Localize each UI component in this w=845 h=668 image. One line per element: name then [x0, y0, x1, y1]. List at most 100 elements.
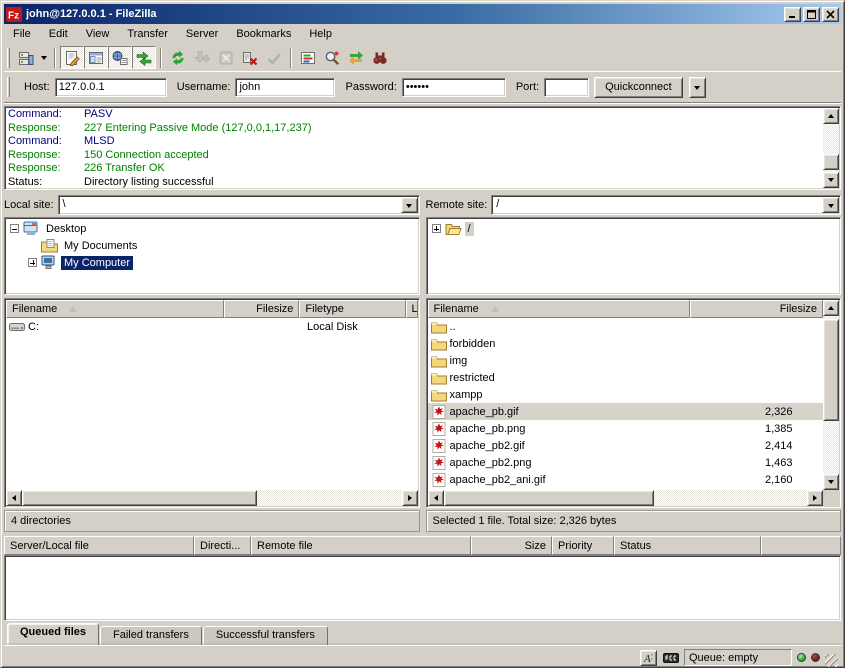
column-header-filename[interactable]: Filename: [6, 300, 224, 318]
tree-item-label[interactable]: Desktop: [43, 222, 89, 236]
tree-item-label[interactable]: My Documents: [61, 239, 140, 253]
scroll-thumb[interactable]: [823, 154, 839, 170]
menu-item-view[interactable]: View: [77, 26, 119, 42]
tab-successful-transfers[interactable]: Successful transfers: [203, 626, 328, 645]
resize-grip[interactable]: [825, 654, 838, 667]
tab-queued-files[interactable]: Queued files: [7, 623, 99, 645]
scroll-down-button[interactable]: [823, 172, 839, 188]
toggle-transfer-queue-button[interactable]: [132, 46, 156, 69]
scroll-left-button[interactable]: [428, 490, 444, 506]
username-input[interactable]: [235, 78, 335, 97]
maximize-button[interactable]: [803, 7, 820, 22]
scroll-thumb[interactable]: [444, 490, 655, 506]
site-manager-dropdown-button[interactable]: [38, 46, 50, 69]
scroll-left-button[interactable]: [6, 490, 22, 506]
scroll-thumb[interactable]: [22, 490, 257, 506]
process-queue-button[interactable]: [190, 46, 214, 69]
reconnect-button[interactable]: [262, 46, 286, 69]
quickconnect-grip[interactable]: [7, 77, 10, 97]
remote-file-row[interactable]: apache_pb.png 1,385: [428, 420, 824, 437]
tree-item-label[interactable]: My Computer: [61, 256, 133, 270]
remote-site-path[interactable]: /: [492, 196, 821, 214]
queue-status-panel: Queue: empty: [684, 649, 792, 666]
scroll-up-button[interactable]: [823, 108, 839, 124]
menu-item-file[interactable]: File: [4, 26, 40, 42]
tab-failed-transfers[interactable]: Failed transfers: [100, 626, 202, 645]
port-input[interactable]: [544, 78, 589, 97]
menu-item-server[interactable]: Server: [177, 26, 227, 42]
remote-file-row[interactable]: img: [428, 352, 824, 369]
directory-comparison-button[interactable]: [320, 46, 344, 69]
remote-file-row[interactable]: restricted: [428, 369, 824, 386]
data-type-indicator-icon[interactable]: A: [640, 650, 657, 666]
synchronized-browsing-button[interactable]: [344, 46, 368, 69]
reconnect-icon: [266, 50, 282, 66]
scroll-thumb[interactable]: [823, 319, 839, 421]
minimize-button[interactable]: [784, 7, 801, 22]
host-input[interactable]: [55, 78, 167, 97]
scroll-down-button[interactable]: [823, 474, 839, 490]
column-header-status[interactable]: Status: [614, 536, 761, 555]
image-file-icon: [431, 456, 447, 470]
expand-expander-icon[interactable]: [28, 258, 37, 267]
chevron-down-icon: [828, 204, 834, 211]
remote-file-row[interactable]: apache_pb2.png 1,463: [428, 454, 824, 471]
tree-item-label[interactable]: /: [465, 222, 474, 236]
column-header-priority[interactable]: Priority: [552, 536, 614, 555]
scroll-up-button[interactable]: [823, 300, 839, 316]
collapse-expander-icon[interactable]: [10, 224, 19, 233]
tree-item-root[interactable]: /: [428, 220, 840, 237]
menu-item-transfer[interactable]: Transfer: [118, 26, 177, 42]
remote-file-row[interactable]: forbidden: [428, 335, 824, 352]
speed-limit-indicator-icon[interactable]: [662, 650, 679, 666]
toggle-remote-tree-button[interactable]: [108, 46, 132, 69]
tree-item-my-documents[interactable]: My Documents: [6, 237, 418, 254]
remote-horizontal-scrollbar[interactable]: [428, 490, 824, 506]
scroll-right-button[interactable]: [807, 490, 823, 506]
local-site-combo[interactable]: \: [58, 195, 420, 215]
close-button[interactable]: [822, 7, 839, 22]
menu-item-edit[interactable]: Edit: [40, 26, 77, 42]
remote-file-row[interactable]: apache_pb2.gif 2,414: [428, 437, 824, 454]
local-site-path[interactable]: \: [59, 196, 400, 214]
column-header-truncated[interactable]: L: [406, 300, 418, 318]
directory-filters-button[interactable]: [296, 46, 320, 69]
column-header-server-local-file[interactable]: Server/Local file: [4, 536, 194, 555]
menu-item-bookmarks[interactable]: Bookmarks: [227, 26, 300, 42]
remote-file-row[interactable]: ..: [428, 318, 824, 335]
site-manager-button[interactable]: [14, 46, 38, 69]
remote-file-row[interactable]: apache_pb2_ani.gif 2,160: [428, 471, 824, 488]
column-header-filesize[interactable]: Filesize: [690, 300, 824, 318]
quickconnect-dropdown-button[interactable]: [689, 77, 706, 98]
file-size: 1,463: [690, 457, 802, 469]
tree-item-my-computer[interactable]: My Computer: [6, 254, 418, 271]
remote-file-row-selected[interactable]: apache_pb.gif 2,326: [428, 403, 824, 420]
tree-item-desktop[interactable]: Desktop: [6, 220, 418, 237]
find-files-button[interactable]: [368, 46, 392, 69]
scroll-right-button[interactable]: [402, 490, 418, 506]
column-header-remote-file[interactable]: Remote file: [251, 536, 471, 555]
column-header-filesize[interactable]: Filesize: [224, 300, 299, 318]
toggle-message-log-button[interactable]: [60, 46, 84, 69]
local-site-dropdown-button[interactable]: [401, 197, 418, 213]
remote-vertical-scrollbar[interactable]: [823, 300, 839, 490]
log-scrollbar[interactable]: [823, 108, 839, 188]
expand-expander-icon[interactable]: [432, 224, 441, 233]
column-header-direction[interactable]: Directi...: [194, 536, 251, 555]
password-input[interactable]: [402, 78, 506, 97]
toggle-local-tree-button[interactable]: [84, 46, 108, 69]
disconnect-button[interactable]: [238, 46, 262, 69]
remote-file-row[interactable]: xampp: [428, 386, 824, 403]
column-header-size[interactable]: Size: [471, 536, 552, 555]
remote-site-combo[interactable]: /: [491, 195, 841, 215]
toolbar-grip[interactable]: [7, 48, 10, 68]
refresh-button[interactable]: [166, 46, 190, 69]
column-header-filetype[interactable]: Filetype: [299, 300, 405, 318]
local-horizontal-scrollbar[interactable]: [6, 490, 418, 506]
remote-site-dropdown-button[interactable]: [822, 197, 839, 213]
menu-item-help[interactable]: Help: [300, 26, 341, 42]
local-file-row[interactable]: C: Local Disk: [6, 318, 418, 335]
column-header-filename[interactable]: Filename: [428, 300, 690, 318]
quickconnect-button[interactable]: Quickconnect: [594, 77, 683, 98]
cancel-operation-button[interactable]: [214, 46, 238, 69]
